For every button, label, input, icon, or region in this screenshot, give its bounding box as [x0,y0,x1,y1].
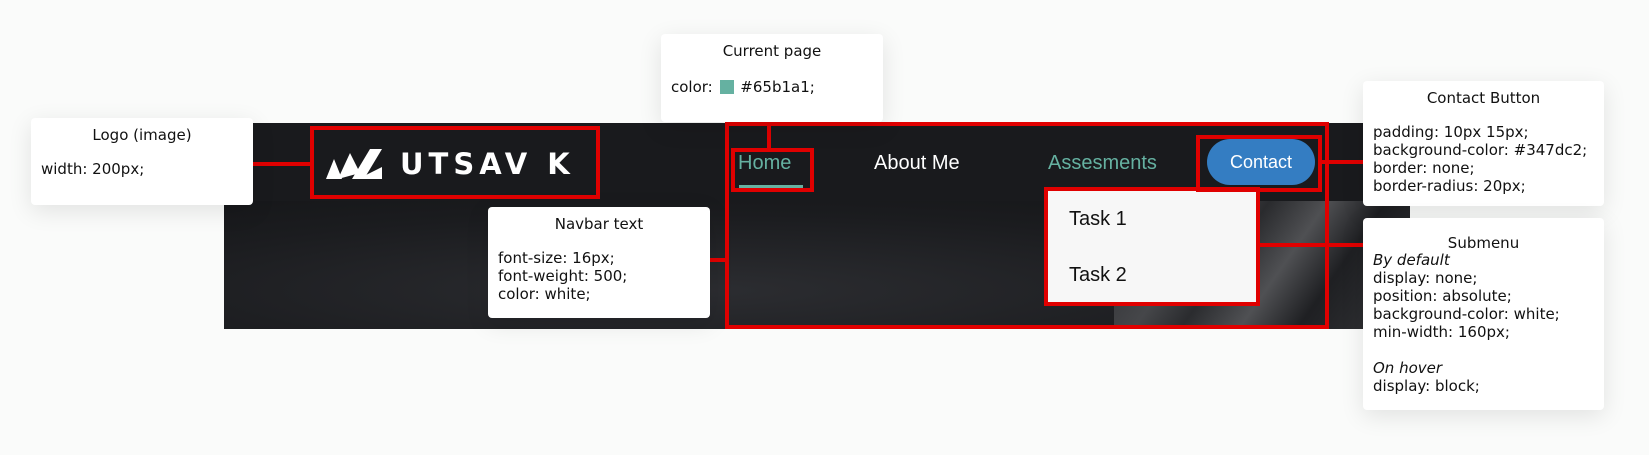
submenu-annotation: Submenu By default display: none; positi… [1363,218,1604,410]
contact-connector [1321,160,1363,164]
current-page-annotation: Current page color: #65b1a1; [661,34,883,122]
contact-button-annotation: Contact Button padding: 10px 15px; backg… [1363,81,1604,206]
annotation-title: Logo (image) [92,126,192,144]
annotation-heading: On hover [1373,359,1443,377]
home-highlight [731,148,814,192]
annotation-title: Submenu [1447,234,1520,252]
annotation-line: font-weight: 500; [498,267,628,285]
annotation-title: Navbar text [554,215,644,233]
annotation-line: width: 200px; [41,160,145,178]
annotation-line: background-color: #347dc2; [1373,141,1588,159]
navbar-text-annotation: Navbar text font-size: 16px; font-weight… [488,207,710,318]
annotation-value: #65b1a1; [740,78,815,96]
logo-connector [253,162,311,166]
submenu-highlight [1044,187,1260,306]
navbar-text-connector [710,258,726,262]
annotation-line: color: white; [498,285,591,303]
annotation-title: Contact Button [1426,89,1541,107]
logo-highlight [310,126,600,199]
submenu-connector [1258,243,1363,247]
annotation-title: Current page [722,42,822,60]
annotation-line: border-radius: 20px; [1373,177,1526,195]
annotation-line: color: #65b1a1; [671,78,815,96]
color-swatch [719,80,734,94]
annotation-line: display: none; [1373,269,1478,287]
annotation-line: padding: 10px 15px; [1373,123,1529,141]
annotation-prefix: color: [671,78,713,96]
current-page-connector [767,122,771,150]
contact-highlight [1196,135,1322,192]
annotation-heading: By default [1373,251,1450,269]
logo-annotation: Logo (image) width: 200px; [31,118,253,205]
annotation-line: border: none; [1373,159,1475,177]
annotation-line: background-color: white; [1373,305,1560,323]
annotation-line: min-width: 160px; [1373,323,1510,341]
annotation-line: display: block; [1373,377,1480,395]
annotation-line: font-size: 16px; [498,249,615,267]
annotation-line: position: absolute; [1373,287,1512,305]
